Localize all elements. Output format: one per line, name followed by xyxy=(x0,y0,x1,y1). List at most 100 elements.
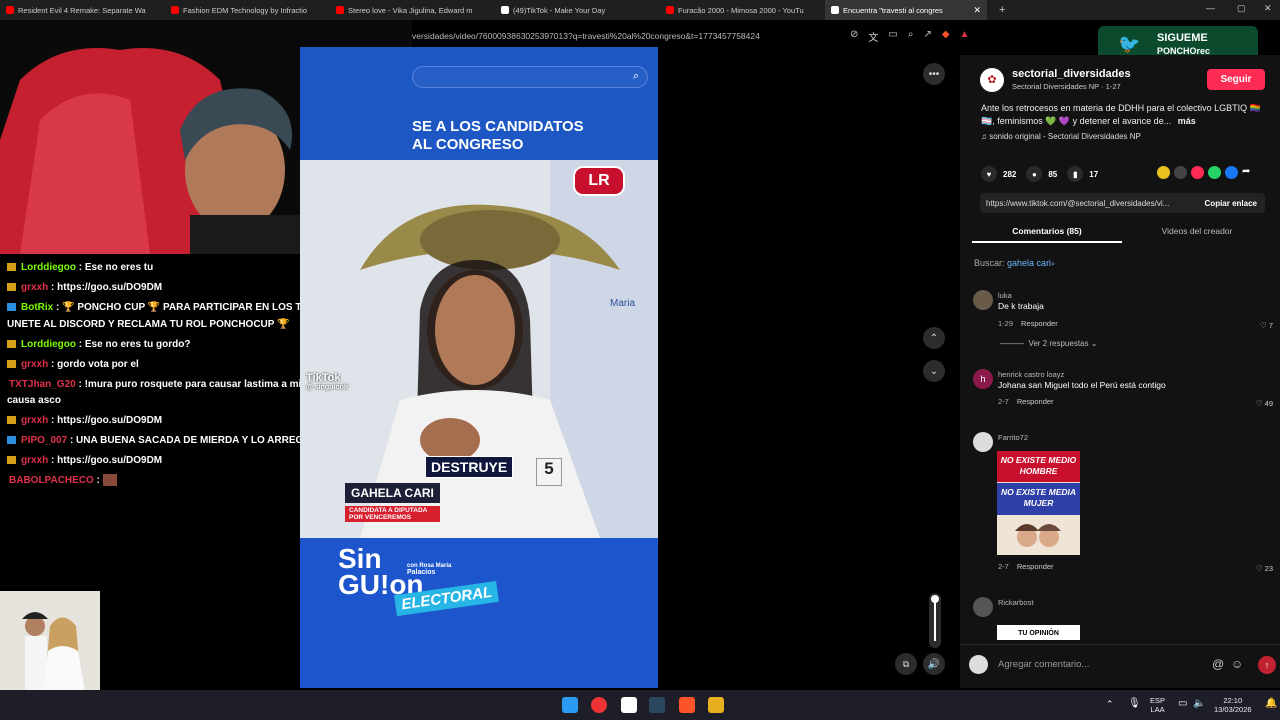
commenter-name[interactable]: Farrito72 xyxy=(998,433,1028,442)
chat-user[interactable]: grxxh xyxy=(21,282,48,293)
tray-chevron-icon[interactable]: ⌃ xyxy=(1106,699,1114,710)
mention-icon[interactable]: @ xyxy=(1212,657,1224,671)
commenter-avatar[interactable] xyxy=(973,597,993,617)
chat-text: : Ese no eres tu gordo? xyxy=(78,339,191,350)
chat-user[interactable]: PIPO_007 xyxy=(21,435,67,446)
comment-like[interactable]: ♡ 7 xyxy=(1260,321,1273,330)
tab-creator-videos[interactable]: Videos del creador xyxy=(1122,221,1272,236)
volume-knob[interactable] xyxy=(931,595,939,603)
chrome-icon[interactable] xyxy=(591,697,607,713)
brave-shield-icon[interactable]: ◆ xyxy=(942,29,950,44)
comment-like[interactable]: ♡ 49 xyxy=(1256,399,1273,408)
commenter-name[interactable]: Rickarbost xyxy=(998,598,1033,607)
creator-name[interactable]: sectorial_diversidades xyxy=(1012,68,1131,80)
share-icon[interactable]: ↗ xyxy=(923,29,931,44)
chat-user[interactable]: TXTJhan_G20 xyxy=(9,379,76,390)
tiktok-search-box[interactable]: ⌕ xyxy=(412,66,648,88)
tab-encuentra-travesti[interactable]: Encuentra "travesti al congres ✕ xyxy=(825,0,987,20)
heart-icon[interactable]: ♥ xyxy=(981,166,997,182)
comment-icon[interactable]: ● xyxy=(1026,166,1043,182)
reply-button[interactable]: Responder xyxy=(1017,397,1054,406)
volume-slider[interactable] xyxy=(929,593,941,648)
tab-resident-evil[interactable]: Resident Evil 4 Remake: Separate Wa xyxy=(0,0,165,20)
tab-tiktok[interactable]: (49)TikTok - Make Your Day xyxy=(495,0,660,20)
translate-icon[interactable]: 文 xyxy=(868,29,878,44)
language-indicator[interactable]: ESP LAA xyxy=(1150,696,1165,714)
maximize-icon[interactable]: ▢ xyxy=(1237,3,1246,14)
new-tab-icon[interactable]: + xyxy=(999,4,1005,16)
windows-start-icon[interactable] xyxy=(562,697,578,713)
app-icon[interactable] xyxy=(708,697,724,713)
commenter-avatar[interactable]: h xyxy=(973,369,993,389)
reply-button[interactable]: Responder xyxy=(1017,562,1054,571)
copy-link-button[interactable]: Copiar enlace xyxy=(1205,199,1257,208)
reader-icon[interactable]: ▭ xyxy=(888,29,897,44)
block-icon[interactable]: ⊘ xyxy=(850,29,858,44)
volume-icon[interactable]: 🔊 xyxy=(923,653,945,675)
notification-icon[interactable]: 🔔 xyxy=(1265,698,1277,709)
add-comment-input[interactable]: Agregar comentario... xyxy=(998,659,1089,670)
chat-user[interactable]: BABOLPACHECO xyxy=(9,475,94,486)
comment-image[interactable]: NO EXISTE MEDIO HOMBRE NO EXISTE MEDIA M… xyxy=(997,451,1080,555)
chat-user[interactable]: Lorddiegoo xyxy=(21,339,76,350)
close-window-icon[interactable]: ✕ xyxy=(1264,3,1272,14)
more-options-icon[interactable]: ••• xyxy=(923,63,945,85)
tab-fashion-edm[interactable]: Fashion EDM Technology by Infractio xyxy=(165,0,330,20)
send-icon[interactable] xyxy=(1191,166,1204,179)
close-tab-icon[interactable]: ✕ xyxy=(973,5,981,16)
emoji-icon[interactable]: ☺ xyxy=(1231,657,1243,671)
commenter-name[interactable]: henrick castro loayz xyxy=(998,370,1064,379)
tab-stereo-love[interactable]: Stereo love - Vika Jigulina, Edward m xyxy=(330,0,495,20)
reply-button[interactable]: Responder xyxy=(1021,319,1058,328)
like-stat[interactable]: ♥ 282 xyxy=(981,166,1016,182)
commenter-avatar[interactable] xyxy=(973,290,993,310)
send-comment-button[interactable]: ↑ xyxy=(1258,656,1276,674)
follow-button[interactable]: Seguir xyxy=(1207,69,1265,90)
mini-player-icon[interactable]: ⧉ xyxy=(895,653,917,675)
tab-comments[interactable]: Comentarios (85) xyxy=(972,221,1122,243)
save-stat[interactable]: ▮ 17 xyxy=(1067,166,1098,182)
more-link[interactable]: más xyxy=(1178,116,1196,126)
brave-icon[interactable] xyxy=(679,697,695,713)
chat-text[interactable]: : https://goo.su/DO9DM xyxy=(51,282,162,293)
video-link[interactable]: https://www.tiktok.com/@sectorial_divers… xyxy=(986,199,1191,208)
zoom-icon[interactable]: ⌕ xyxy=(908,29,914,44)
chat-user[interactable]: Lorddiegoo xyxy=(21,262,76,273)
minimize-icon[interactable]: — xyxy=(1206,3,1215,13)
more-share-icon[interactable]: ➦ xyxy=(1242,166,1255,179)
chat-user[interactable]: grxxh xyxy=(21,415,48,426)
search-icon[interactable]: ⌕ xyxy=(633,70,639,83)
creator-avatar[interactable]: ✿ xyxy=(980,68,1004,92)
clock[interactable]: 22:10 13/03/2026 xyxy=(1214,696,1252,714)
commenter-name[interactable]: luka xyxy=(998,291,1012,300)
sound-info[interactable]: ♫ sonido original - Sectorial Diversidad… xyxy=(981,132,1141,141)
comment-image-2[interactable]: TU OPINIÓN xyxy=(997,625,1080,640)
microphone-icon[interactable]: 🎙 xyxy=(1128,698,1141,709)
chat-user[interactable]: BotRix xyxy=(21,302,53,313)
user-avatar[interactable] xyxy=(969,655,988,674)
video-frame[interactable] xyxy=(300,160,658,538)
file-icon[interactable] xyxy=(621,697,637,713)
comment-stat[interactable]: ● 85 xyxy=(1026,166,1057,182)
comment-like[interactable]: ♡ 23 xyxy=(1256,564,1273,573)
search-term-link[interactable]: gahela cari xyxy=(1007,258,1051,268)
chat-user[interactable]: grxxh xyxy=(21,455,48,466)
speaker-icon[interactable]: 🔈 xyxy=(1193,698,1205,709)
tab-furacao[interactable]: Furacão 2000 - Mimosa 2000 - YouTu xyxy=(660,0,825,20)
previous-video-icon[interactable]: ⌃ xyxy=(923,327,945,349)
coin-icon[interactable] xyxy=(1157,166,1170,179)
rewards-icon[interactable]: ▲ xyxy=(960,29,970,44)
network-icon[interactable]: ▭ xyxy=(1178,698,1187,709)
embed-icon[interactable] xyxy=(1174,166,1187,179)
url-text[interactable]: versidades/video/7600093863025397013?q=t… xyxy=(412,31,760,41)
facebook-icon[interactable] xyxy=(1225,166,1238,179)
view-replies[interactable]: ——— Ver 2 respuestas ⌄ xyxy=(1000,339,1097,348)
chat-text[interactable]: : https://goo.su/DO9DM xyxy=(51,415,162,426)
steam-icon[interactable] xyxy=(649,697,665,713)
chat-text[interactable]: : https://goo.su/DO9DM xyxy=(51,455,162,466)
next-video-icon[interactable]: ⌄ xyxy=(923,360,945,382)
chat-user[interactable]: grxxh xyxy=(21,359,48,370)
whatsapp-icon[interactable] xyxy=(1208,166,1221,179)
bookmark-icon[interactable]: ▮ xyxy=(1067,166,1084,182)
commenter-avatar[interactable] xyxy=(973,432,993,452)
